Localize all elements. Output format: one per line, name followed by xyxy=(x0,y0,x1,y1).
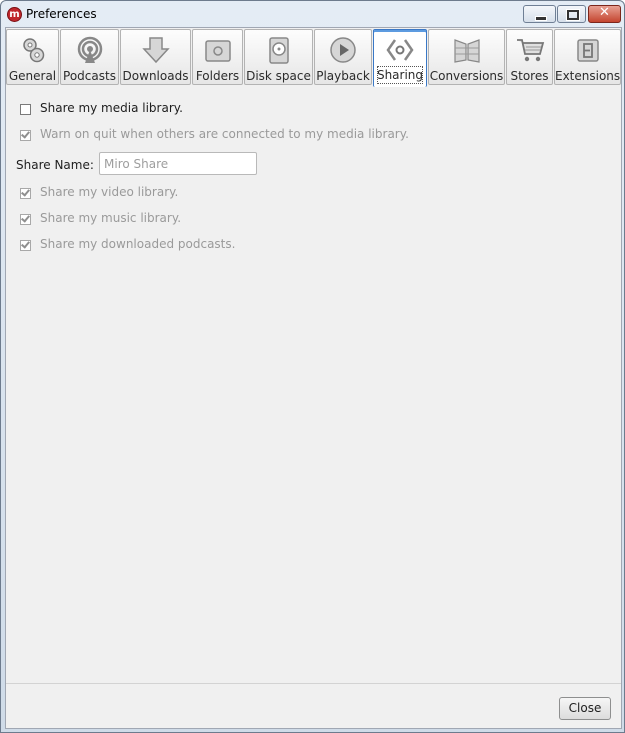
title-bar[interactable]: m Preferences ✕ xyxy=(1,1,624,27)
tab-general[interactable]: General xyxy=(6,29,59,85)
share-music-label: Share my music library. xyxy=(40,211,182,225)
extensions-icon xyxy=(576,39,599,62)
tab-folders-label: Folders xyxy=(195,69,240,83)
tab-playback-label: Playback xyxy=(316,69,370,83)
download-arrow-icon xyxy=(141,37,170,64)
warn-on-quit-checkbox xyxy=(20,130,31,141)
tab-stores[interactable]: Stores xyxy=(506,29,553,85)
tab-folders[interactable]: Folders xyxy=(192,29,243,85)
miro-app-icon: m xyxy=(7,7,22,22)
tab-downloads[interactable]: Downloads xyxy=(120,29,191,85)
preferences-panel: General Podcasts Downloads Folders Disk … xyxy=(5,27,622,729)
maximize-button[interactable] xyxy=(557,5,586,23)
share-podcasts-checkbox xyxy=(20,240,31,251)
play-icon xyxy=(330,37,356,63)
preferences-tab-bar: General Podcasts Downloads Folders Disk … xyxy=(6,28,621,88)
tab-downloads-label: Downloads xyxy=(122,69,189,83)
hard-disk-icon xyxy=(268,37,289,64)
minimize-icon xyxy=(535,16,547,21)
share-library-checkbox[interactable] xyxy=(20,104,31,115)
share-podcasts-label: Share my downloaded podcasts. xyxy=(40,237,236,251)
window-close-button[interactable]: ✕ xyxy=(588,5,621,23)
share-music-checkbox xyxy=(20,214,31,225)
tab-extensions[interactable]: Extensions xyxy=(554,29,621,85)
share-name-label: Share Name: xyxy=(16,158,94,172)
tab-disk-space[interactable]: Disk space xyxy=(244,29,313,85)
tab-podcasts-label: Podcasts xyxy=(63,69,116,83)
folder-icon xyxy=(204,40,231,62)
window-title: Preferences xyxy=(26,7,97,21)
preferences-window: m Preferences ✕ General Podcasts Downloa… xyxy=(0,0,625,733)
tab-conversions-label: Conversions xyxy=(429,69,504,83)
tab-conversions[interactable]: Conversions xyxy=(428,29,505,85)
tab-extensions-label: Extensions xyxy=(555,69,621,83)
minimize-button[interactable] xyxy=(523,5,556,23)
close-icon: ✕ xyxy=(599,5,610,20)
sharing-icon xyxy=(386,39,414,61)
tab-general-label: General xyxy=(8,69,57,83)
gears-icon xyxy=(22,38,44,63)
share-video-checkbox xyxy=(20,188,31,199)
podcast-icon xyxy=(77,36,102,63)
share-library-label: Share my media library. xyxy=(40,101,183,115)
tab-playback[interactable]: Playback xyxy=(314,29,372,85)
tab-stores-label: Stores xyxy=(510,69,549,83)
warn-on-quit-label: Warn on quit when others are connected t… xyxy=(40,127,409,141)
share-name-field xyxy=(99,152,257,175)
conversions-icon xyxy=(453,39,480,63)
footer-divider xyxy=(6,683,621,684)
tab-podcasts[interactable]: Podcasts xyxy=(60,29,119,85)
maximize-icon xyxy=(567,10,579,20)
tab-disk-space-label: Disk space xyxy=(246,69,311,83)
shopping-cart-icon xyxy=(516,39,544,62)
tab-sharing-label: Sharing xyxy=(376,68,424,82)
close-button[interactable]: Close xyxy=(559,697,611,720)
share-video-label: Share my video library. xyxy=(40,185,179,199)
tab-sharing[interactable]: Sharing xyxy=(373,29,427,87)
